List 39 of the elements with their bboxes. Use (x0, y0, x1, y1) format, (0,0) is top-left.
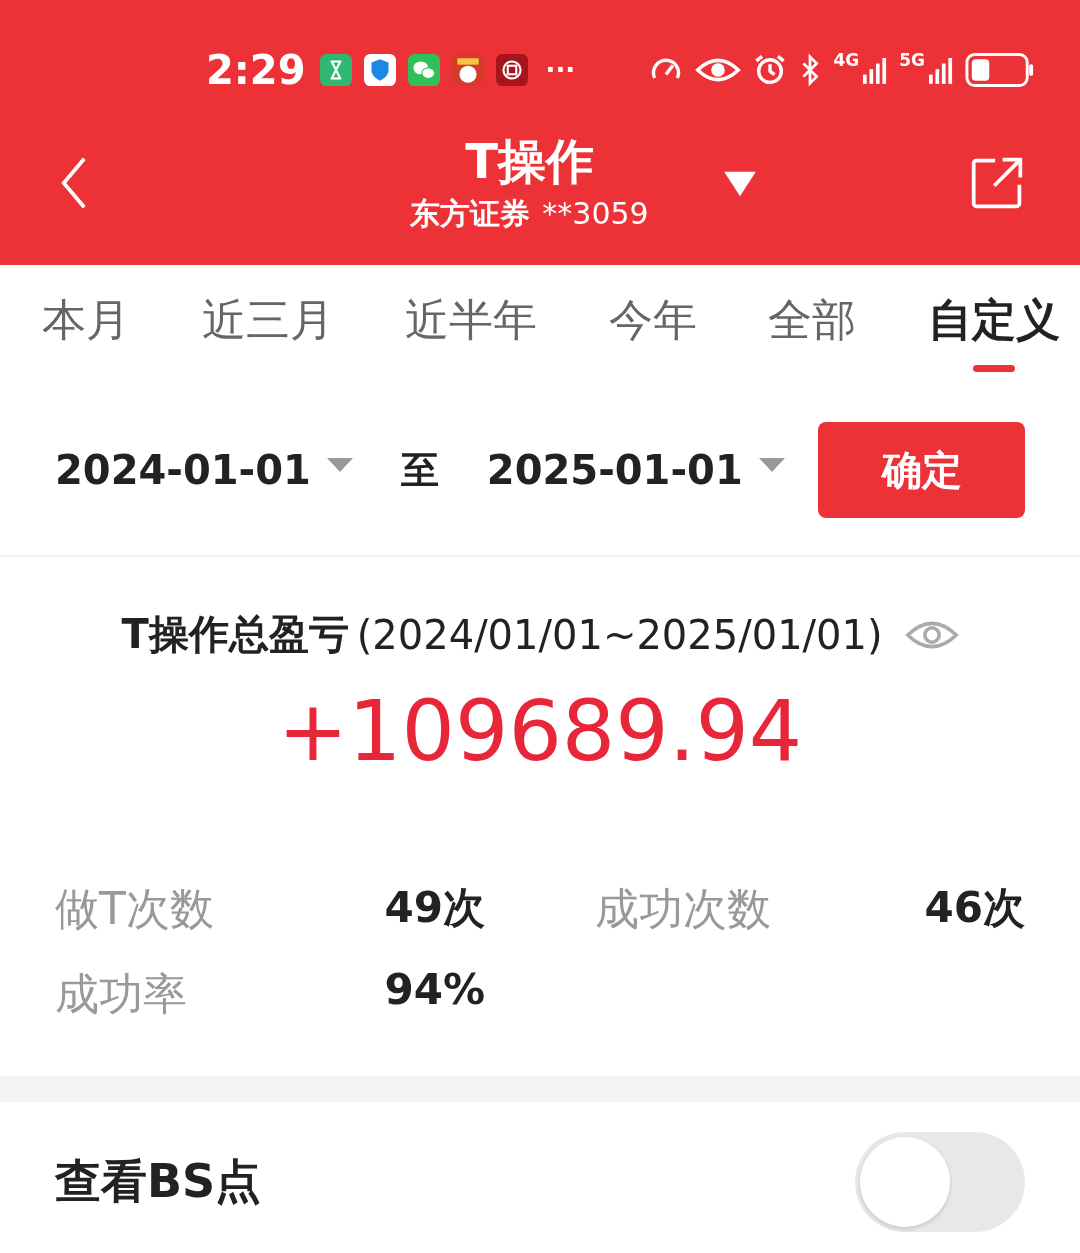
stat-value: 49次 (384, 882, 485, 934)
dropdown-icon[interactable] (722, 170, 758, 198)
clock: 2:29 (206, 47, 306, 93)
summary-period: (2024/01/01~2025/01/01) (356, 611, 883, 658)
period-tab[interactable]: 今年 (608, 278, 697, 372)
toggle-label: 查看BS点 (55, 1153, 262, 1210)
caret-icon (326, 458, 353, 472)
hourglass-app-icon (319, 54, 352, 86)
period-tab[interactable]: 近半年 (405, 278, 538, 372)
period-tab[interactable]: 近三月 (201, 278, 334, 372)
stat-label: 做T次数 (55, 882, 214, 936)
stat-value: 46次 (924, 882, 1025, 934)
stat-value: 94% (384, 965, 485, 1016)
period-tab[interactable]: 本月 (42, 278, 130, 372)
page-title: T操作 (465, 133, 594, 189)
battery-icon (965, 52, 1035, 88)
period-tab[interactable]: 全部 (768, 278, 857, 372)
caret-icon (758, 458, 785, 472)
confirm-button[interactable]: 确定 (818, 422, 1025, 518)
signal-icon (929, 56, 953, 84)
more-notifications: ··· (545, 55, 576, 85)
total-profit: +109689.94 (276, 682, 804, 780)
summary-title: T操作总盈亏 (121, 610, 349, 659)
shield-app-icon (363, 54, 396, 86)
stat-label: 成功次数 (595, 882, 771, 936)
network-type: 5G (899, 50, 925, 70)
alarm-icon (753, 53, 788, 87)
coin-app-icon (495, 54, 528, 86)
signal-icon (863, 56, 888, 84)
account-number: **3059 (542, 196, 649, 231)
end-date-picker[interactable]: 2025-01-01 (486, 447, 743, 493)
stat-label: 成功率 (55, 967, 187, 1021)
network-type: 4G (833, 50, 860, 70)
chat-app-icon (407, 54, 440, 86)
cartoon-app-icon (451, 54, 484, 86)
range-separator: 至 (400, 446, 439, 494)
period-tab[interactable]: 自定义 (927, 278, 1060, 372)
start-date-picker[interactable]: 2024-01-01 (55, 447, 311, 493)
account-name: 东方证券 (410, 195, 531, 233)
